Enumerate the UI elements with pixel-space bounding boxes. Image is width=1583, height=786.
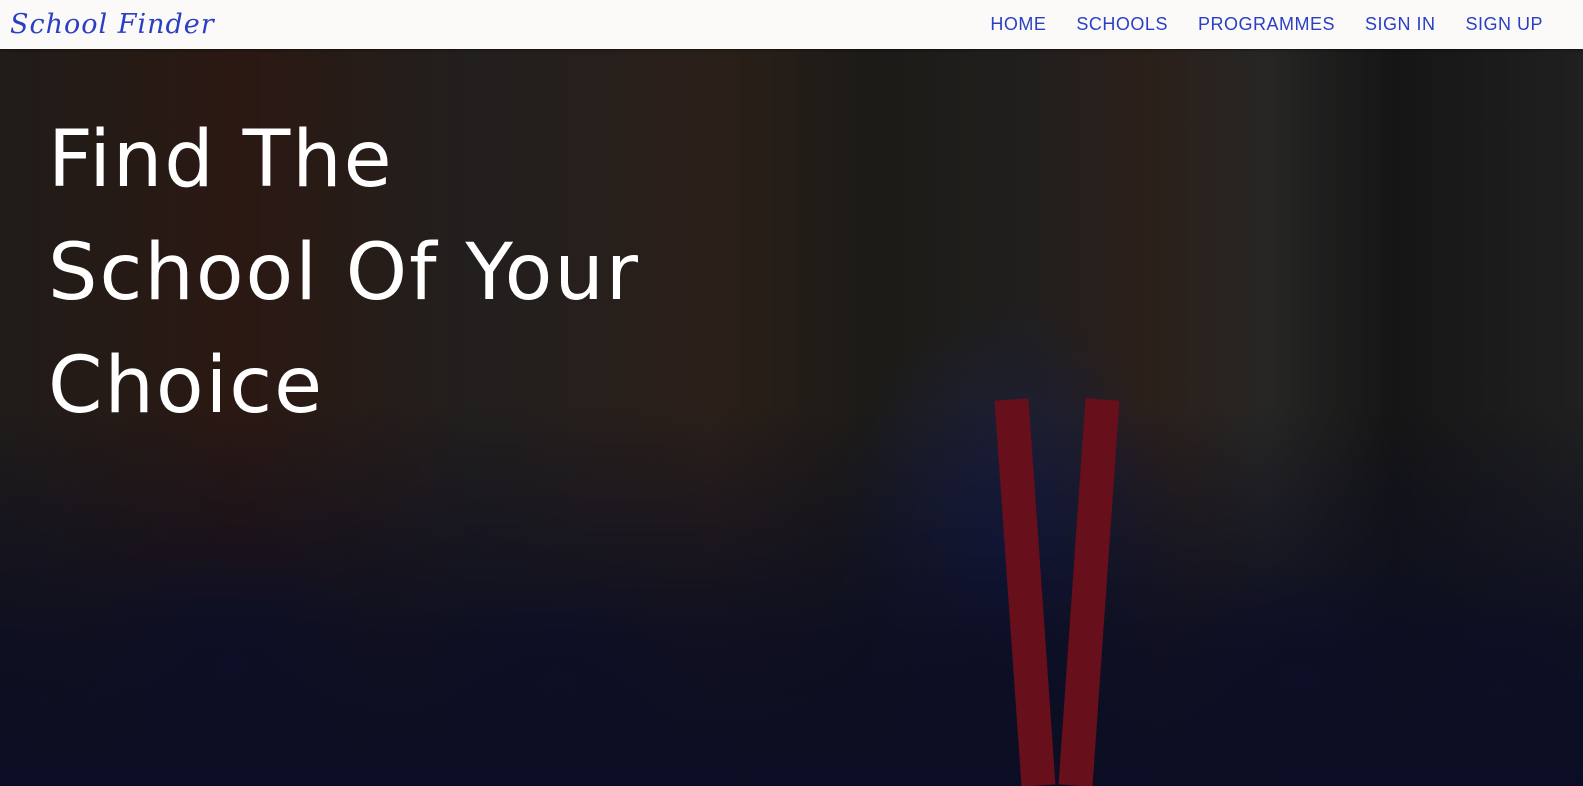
hero-title-line-3: Choice [48,341,325,431]
nav-home[interactable]: HOME [990,14,1046,35]
top-navbar: School Finder HOME SCHOOLS PROGRAMMES SI… [0,0,1583,49]
nav-sign-in[interactable]: SIGN IN [1365,14,1436,35]
nav-sign-up[interactable]: SIGN UP [1465,14,1543,35]
hero-banner: Find The School Of Your Choice [0,49,1583,786]
nav-programmes[interactable]: PROGRAMMES [1198,14,1335,35]
nav-schools[interactable]: SCHOOLS [1076,14,1168,35]
hero-title-line-2: School Of Your [48,228,640,318]
hero-title-line-1: Find The [48,115,394,205]
hero-title: Find The School Of Your Choice [48,104,640,443]
nav-links: HOME SCHOOLS PROGRAMMES SIGN IN SIGN UP [990,14,1543,35]
logo[interactable]: School Finder [10,9,215,40]
